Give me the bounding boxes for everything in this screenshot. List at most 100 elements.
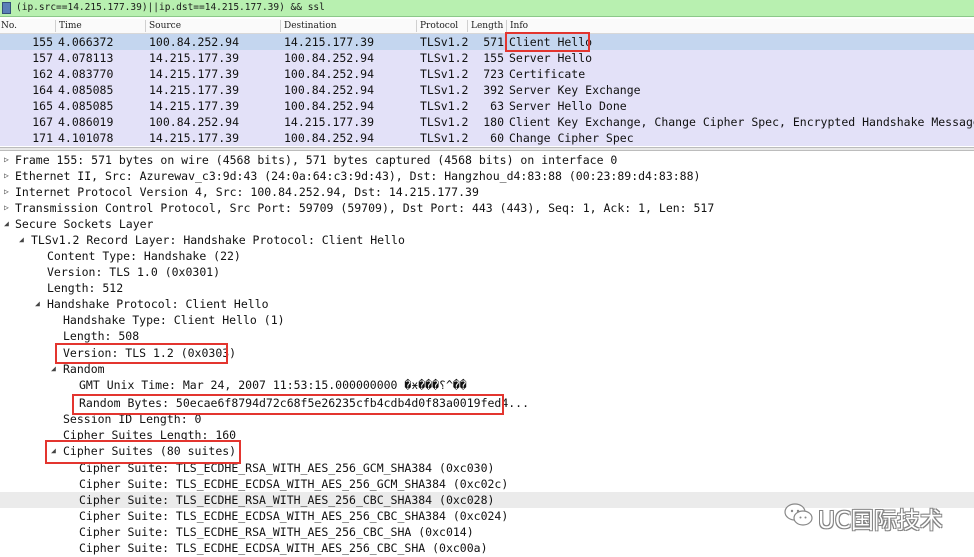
cell-no: 171	[32, 131, 53, 145]
expand-arrow-icon[interactable]: ▷	[4, 168, 9, 184]
tree-item-cipher-suite[interactable]: Cipher Suite: TLS_ECDHE_ECDSA_WITH_AES_2…	[0, 476, 974, 492]
cell-destination: 100.84.252.94	[284, 83, 375, 97]
tree-item-frame[interactable]: ▷ Frame 155: 571 bytes on wire (4568 bit…	[0, 152, 974, 168]
tree-item-tcp[interactable]: ▷ Transmission Control Protocol, Src Por…	[0, 200, 974, 216]
tree-item-label: Cipher Suite: TLS_ECDHE_ECDSA_WITH_AES_2…	[79, 477, 509, 491]
cell-source: 14.215.177.39	[149, 131, 240, 145]
tree-item-content-type[interactable]: Content Type: Handshake (22)	[0, 248, 974, 264]
tree-item-label: Secure Sockets Layer	[15, 217, 154, 231]
cell-length: 155	[483, 51, 504, 65]
tree-item-label: Ethernet II, Src: Azurewav_c3:9d:43 (24:…	[15, 169, 701, 183]
cell-protocol: TLSv1.2	[420, 131, 469, 145]
cell-time: 4.085085	[58, 83, 114, 97]
watermark-text: UC国际技术	[818, 508, 943, 534]
tree-item-ethernet[interactable]: ▷ Ethernet II, Src: Azurewav_c3:9d:43 (2…	[0, 168, 974, 184]
tree-item-label: TLSv1.2 Record Layer: Handshake Protocol…	[31, 233, 405, 247]
tree-item-label: Cipher Suite: TLS_ECDHE_RSA_WITH_AES_256…	[79, 525, 474, 539]
packet-row[interactable]: 171 4.101078 14.215.177.39 100.84.252.94…	[0, 130, 974, 146]
cell-length: 392	[483, 83, 504, 97]
cell-time: 4.066372	[58, 35, 114, 49]
cell-protocol: TLSv1.2	[420, 51, 469, 65]
cell-info: Server Hello	[509, 51, 593, 65]
column-header-destination[interactable]: Destination	[284, 21, 337, 31]
cell-info: Certificate	[509, 67, 586, 81]
cell-length: 63	[490, 99, 504, 113]
tree-item-cipher-suite[interactable]: Cipher Suite: TLS_ECDHE_ECDSA_WITH_AES_2…	[0, 540, 974, 556]
column-header-source[interactable]: Source	[149, 21, 181, 31]
packet-row[interactable]: 162 4.083770 14.215.177.39 100.84.252.94…	[0, 66, 974, 82]
column-separator[interactable]	[55, 20, 56, 32]
collapse-arrow-icon[interactable]: ◢	[35, 296, 40, 312]
column-separator[interactable]	[467, 20, 468, 32]
cell-source: 100.84.252.94	[149, 115, 240, 129]
cell-info: Client Key Exchange, Change Cipher Spec,…	[509, 115, 974, 129]
column-separator[interactable]	[506, 20, 507, 32]
cell-time: 4.101078	[58, 131, 114, 145]
cell-source: 14.215.177.39	[149, 51, 240, 65]
packet-row[interactable]: 165 4.085085 14.215.177.39 100.84.252.94…	[0, 98, 974, 114]
packet-list-header: No. Time Source Destination Protocol Len…	[0, 19, 974, 34]
cell-time: 4.083770	[58, 67, 114, 81]
tree-item-record-layer[interactable]: ◢ TLSv1.2 Record Layer: Handshake Protoc…	[0, 232, 974, 248]
cell-source: 100.84.252.94	[149, 35, 240, 49]
tree-item-length[interactable]: Length: 512	[0, 280, 974, 296]
expand-arrow-icon[interactable]: ▷	[4, 152, 9, 168]
cell-protocol: TLSv1.2	[420, 35, 469, 49]
display-filter-bar[interactable]: (ip.src==14.215.177.39)||ip.dst==14.215.…	[0, 0, 974, 17]
tree-item-label: Cipher Suite: TLS_ECDHE_RSA_WITH_AES_256…	[79, 493, 495, 507]
cell-destination: 100.84.252.94	[284, 51, 375, 65]
cell-no: 162	[32, 67, 53, 81]
cell-no: 164	[32, 83, 53, 97]
packet-row[interactable]: 164 4.085085 14.215.177.39 100.84.252.94…	[0, 82, 974, 98]
cell-length: 180	[483, 115, 504, 129]
column-separator[interactable]	[145, 20, 146, 32]
cell-length: 571	[483, 35, 504, 49]
tree-item-label: Handshake Protocol: Client Hello	[47, 297, 269, 311]
annotation-box-cipher-suites	[45, 440, 241, 464]
tree-item-handshake-type[interactable]: Handshake Type: Client Hello (1)	[0, 312, 974, 328]
cell-destination: 14.215.177.39	[284, 115, 375, 129]
cell-length: 60	[490, 131, 504, 145]
tree-item-handshake[interactable]: ◢ Handshake Protocol: Client Hello	[0, 296, 974, 312]
column-header-protocol[interactable]: Protocol	[420, 21, 458, 31]
cell-no: 155	[32, 35, 53, 49]
bookmark-icon[interactable]	[2, 2, 11, 14]
expand-arrow-icon[interactable]: ▷	[4, 200, 9, 216]
annotation-box-random-bytes	[72, 394, 504, 415]
tree-item-ip[interactable]: ▷ Internet Protocol Version 4, Src: 100.…	[0, 184, 974, 200]
tree-item-label: Frame 155: 571 bytes on wire (4568 bits)…	[15, 153, 618, 167]
column-header-length[interactable]: Length	[471, 21, 503, 31]
collapse-arrow-icon[interactable]: ◢	[19, 232, 24, 248]
annotation-box-client-hello	[505, 32, 590, 52]
column-header-time[interactable]: Time	[59, 21, 82, 31]
column-header-no[interactable]: No.	[1, 21, 17, 31]
packet-row[interactable]: 157 4.078113 14.215.177.39 100.84.252.94…	[0, 50, 974, 66]
expand-arrow-icon[interactable]: ▷	[4, 184, 9, 200]
cell-no: 167	[32, 115, 53, 129]
collapse-arrow-icon[interactable]: ◢	[4, 216, 9, 232]
column-separator[interactable]	[280, 20, 281, 32]
tree-item-record-version[interactable]: Version: TLS 1.0 (0x0301)	[0, 264, 974, 280]
tree-item-label: Length: 512	[47, 281, 124, 295]
cell-no: 165	[32, 99, 53, 113]
annotation-box-tls-version	[55, 343, 228, 364]
cell-time: 4.078113	[58, 51, 114, 65]
tree-item-label: Cipher Suite: TLS_ECDHE_ECDSA_WITH_AES_2…	[79, 509, 509, 523]
tree-item-gmt-time[interactable]: GMT Unix Time: Mar 24, 2007 11:53:15.000…	[0, 377, 974, 393]
tree-item-hs-length[interactable]: Length: 508	[0, 328, 974, 344]
tree-item-label: Internet Protocol Version 4, Src: 100.84…	[15, 185, 479, 199]
cell-destination: 14.215.177.39	[284, 35, 375, 49]
pane-splitter[interactable]	[0, 147, 974, 151]
column-header-info[interactable]: Info	[510, 21, 528, 31]
tree-item-label: Content Type: Handshake (22)	[47, 249, 241, 263]
column-separator[interactable]	[416, 20, 417, 32]
cell-source: 14.215.177.39	[149, 99, 240, 113]
cell-protocol: TLSv1.2	[420, 115, 469, 129]
packet-row[interactable]: 167 4.086019 100.84.252.94 14.215.177.39…	[0, 114, 974, 130]
cell-source: 14.215.177.39	[149, 83, 240, 97]
wechat-icon	[784, 503, 813, 526]
display-filter-input[interactable]: (ip.src==14.215.177.39)||ip.dst==14.215.…	[16, 1, 325, 15]
cell-protocol: TLSv1.2	[420, 99, 469, 113]
tree-item-ssl[interactable]: ◢ Secure Sockets Layer	[0, 216, 974, 232]
packet-row-selected[interactable]: 155 4.066372 100.84.252.94 14.215.177.39…	[0, 34, 974, 50]
